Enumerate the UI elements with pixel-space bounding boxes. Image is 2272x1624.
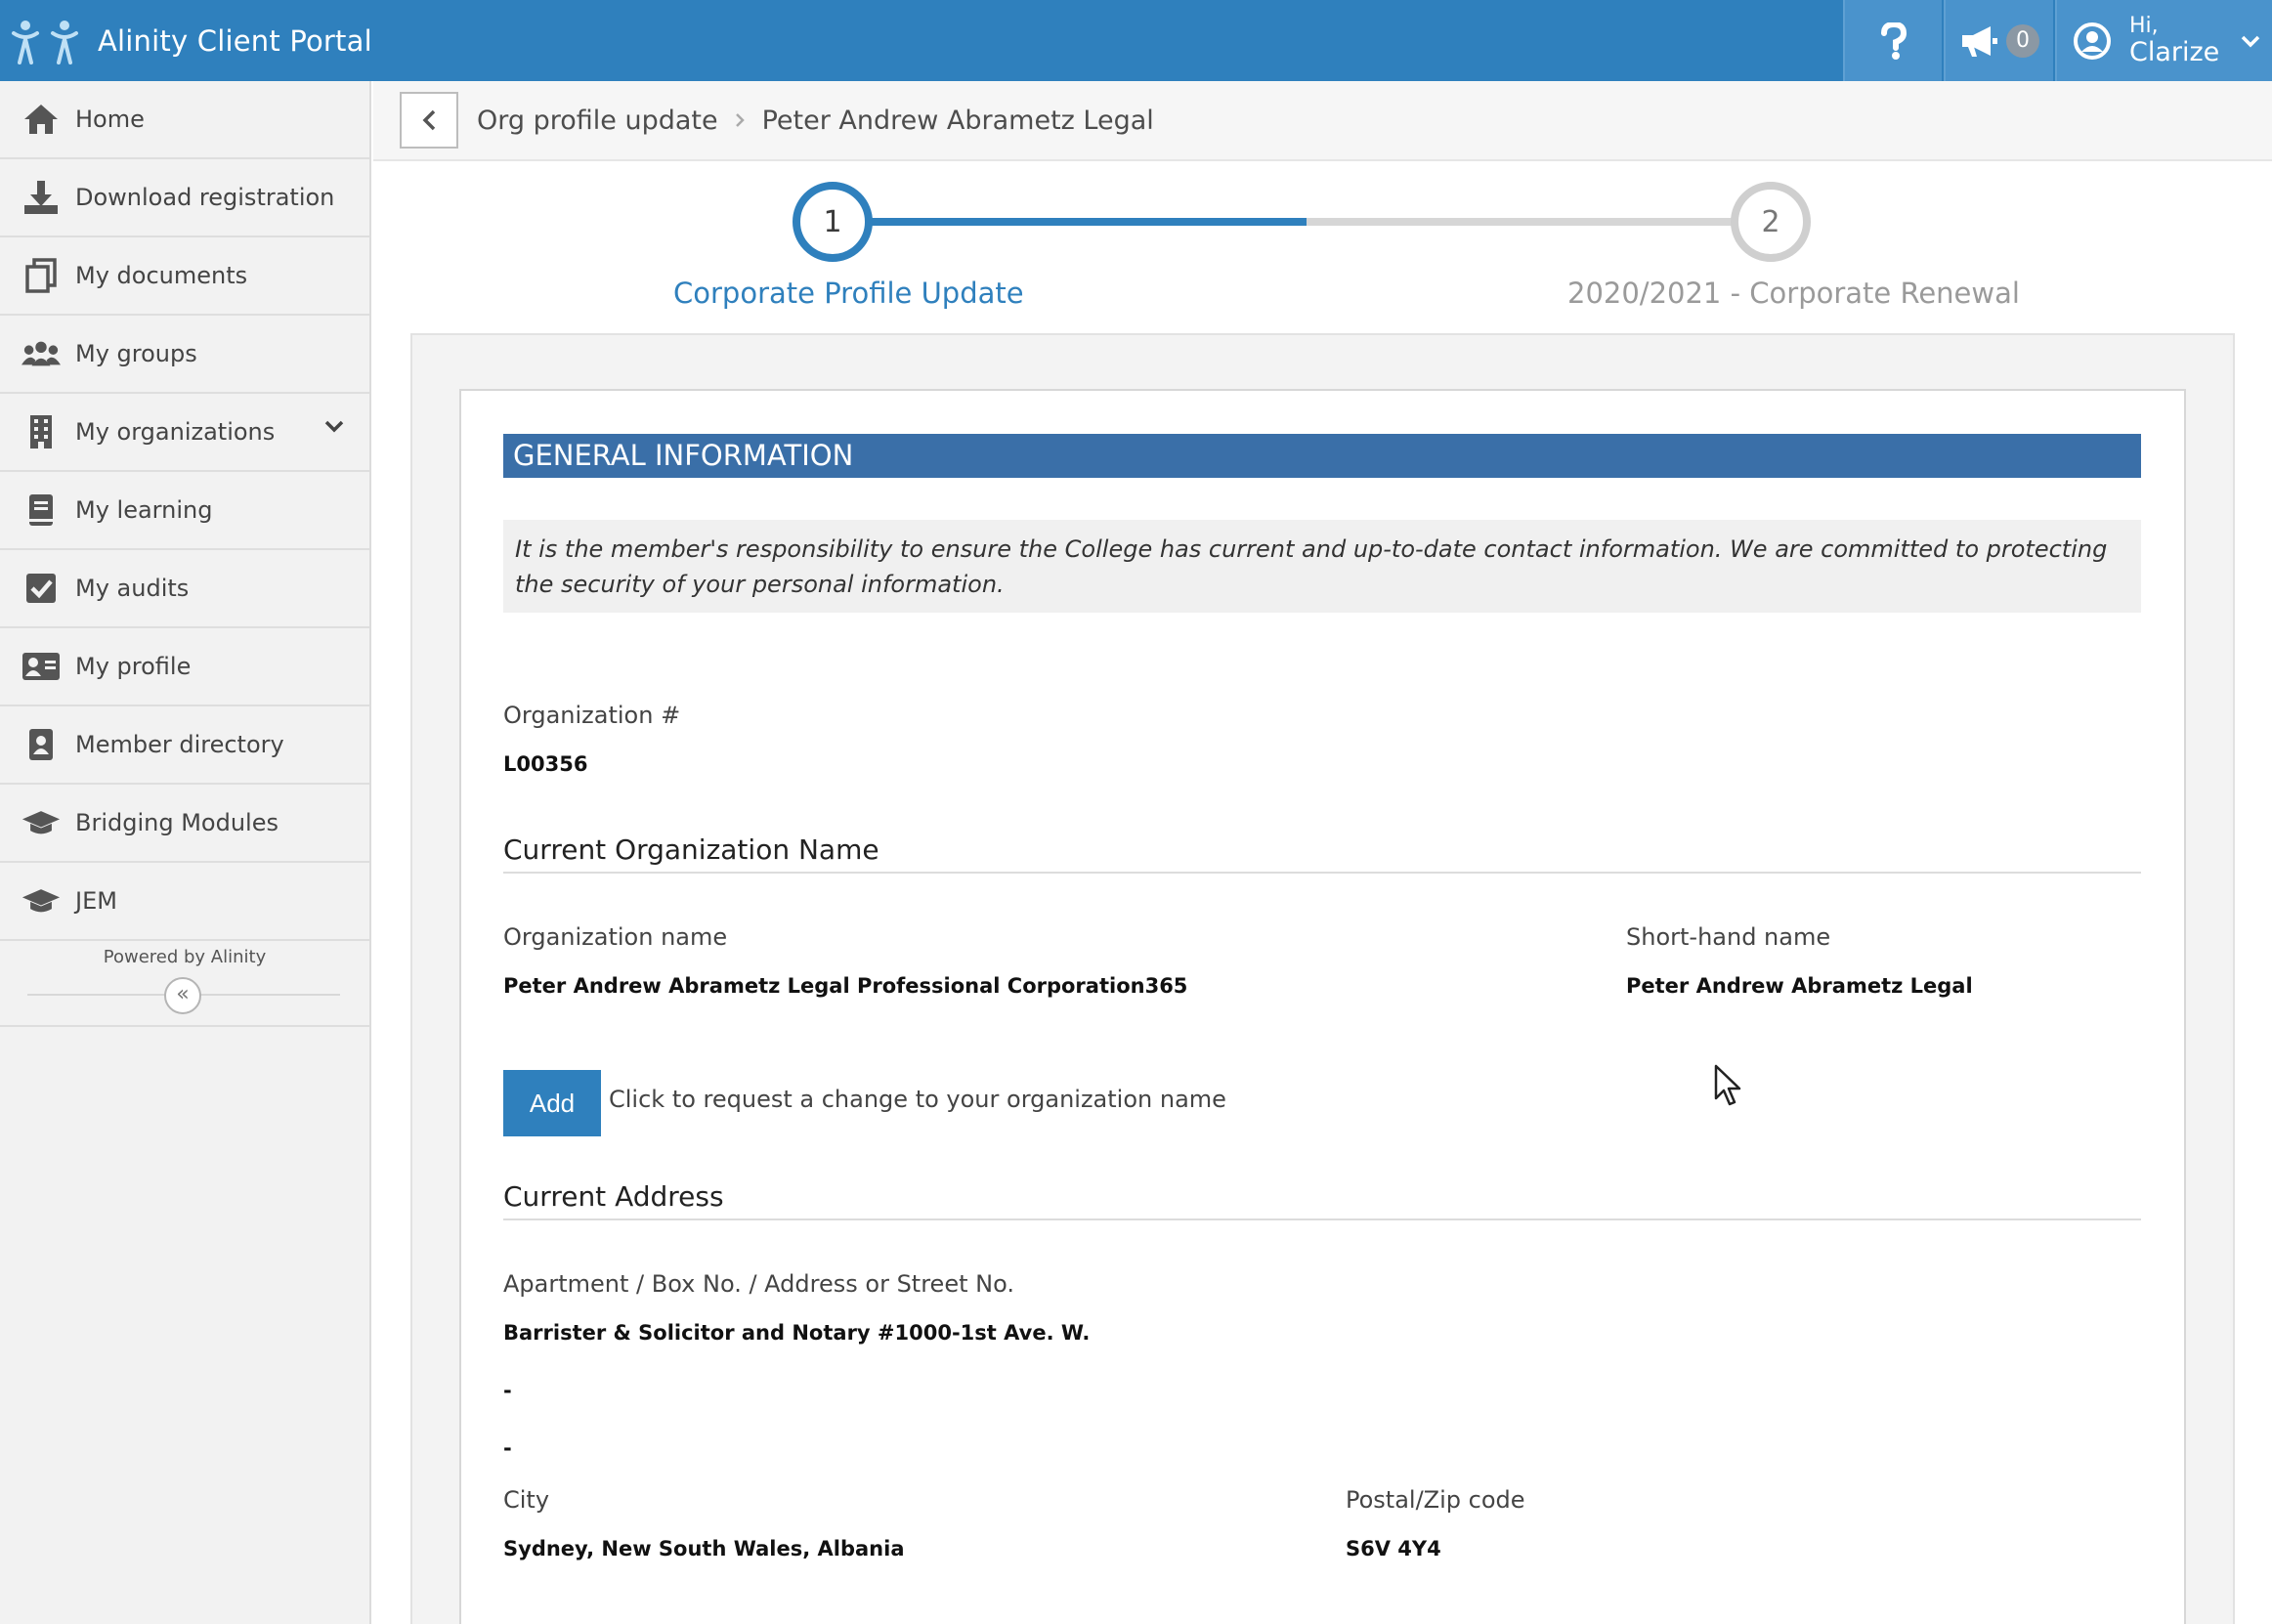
book-icon — [21, 491, 61, 530]
alinity-logo-icon — [12, 20, 78, 64]
user-circle-icon — [2074, 21, 2111, 60]
download-icon — [21, 178, 61, 217]
address-label: Apartment / Box No. / Address or Street … — [503, 1270, 1014, 1298]
help-button[interactable] — [1843, 0, 1942, 81]
question-icon — [1880, 21, 1907, 60]
step-1-label[interactable]: Corporate Profile Update — [673, 277, 1024, 310]
step-2-label[interactable]: 2020/2021 - Corporate Renewal — [1567, 277, 2020, 310]
current-address-heading: Current Address — [503, 1180, 2141, 1220]
progress-stepper: 1 2 Corporate Profile Update 2020/2021 -… — [373, 161, 2272, 332]
stepper-progress-fill — [872, 218, 1307, 226]
step-2-indicator[interactable]: 2 — [1731, 182, 1811, 262]
short-name-label: Short-hand name — [1626, 923, 1831, 951]
contact-book-icon — [21, 725, 61, 764]
city-value: Sydney, New South Wales, Albania — [503, 1537, 905, 1560]
home-icon — [21, 100, 61, 139]
sidebar-item-bridging-modules[interactable]: Bridging Modules — [0, 785, 369, 863]
mouse-cursor-icon — [1714, 1064, 1741, 1106]
sidebar: Home Download registration My documents … — [0, 81, 371, 1624]
org-number-label: Organization # — [503, 702, 681, 729]
user-menu-button[interactable]: Hi, Clarize — [2055, 0, 2272, 81]
postal-code-label: Postal/Zip code — [1346, 1486, 1525, 1514]
announcements-button[interactable]: 0 — [1944, 0, 2053, 81]
address-line-1: Barrister & Solicitor and Notary #1000-1… — [503, 1321, 1091, 1345]
back-button[interactable] — [400, 92, 458, 149]
chevron-right-icon — [735, 113, 745, 127]
sidebar-item-label: My learning — [75, 496, 213, 524]
top-bar: Alinity Client Portal 0 Hi, Clarize — [0, 0, 2272, 81]
megaphone-icon — [1962, 25, 1997, 57]
checkbox-icon — [21, 569, 61, 608]
address-line-2: - — [503, 1379, 512, 1402]
address-line-3: - — [503, 1436, 512, 1460]
chevron-left-icon — [422, 109, 436, 131]
collapse-sidebar-button[interactable]: « — [164, 977, 201, 1014]
sidebar-item-member-directory[interactable]: Member directory — [0, 706, 369, 785]
sidebar-item-my-learning[interactable]: My learning — [0, 472, 369, 550]
postal-code-value: S6V 4Y4 — [1346, 1537, 1441, 1560]
breadcrumb-link-org-profile-update[interactable]: Org profile update — [477, 106, 718, 136]
step-1-indicator[interactable]: 1 — [793, 182, 873, 262]
powered-by: Powered by Alinity « — [0, 941, 369, 1027]
sidebar-item-label: Member directory — [75, 731, 284, 758]
stepper-progress-track — [1307, 218, 1776, 226]
brand[interactable]: Alinity Client Portal — [8, 0, 372, 81]
current-organization-name-heading: Current Organization Name — [503, 833, 2141, 874]
org-name-label: Organization name — [503, 923, 728, 951]
chevron-down-icon[interactable] — [324, 419, 344, 433]
sidebar-item-label: My organizations — [75, 418, 276, 446]
section-header-general-information: GENERAL INFORMATION — [503, 434, 2141, 478]
sidebar-item-my-profile[interactable]: My profile — [0, 628, 369, 706]
announcements-count-badge: 0 — [2006, 23, 2039, 58]
chevron-down-icon — [2242, 35, 2260, 47]
building-icon — [21, 412, 61, 451]
breadcrumb-current: Peter Andrew Abrametz Legal — [761, 105, 1154, 136]
sidebar-item-label: Home — [75, 106, 145, 133]
sidebar-item-jem[interactable]: JEM — [0, 863, 369, 941]
sidebar-item-label: My groups — [75, 340, 197, 367]
privacy-notice: It is the member's responsibility to ens… — [503, 520, 2141, 613]
user-greeting: Hi, Clarize — [2129, 13, 2220, 67]
graduation-cap-icon — [21, 803, 61, 842]
add-name-change-button[interactable]: Add — [503, 1070, 601, 1136]
sidebar-item-label: Bridging Modules — [75, 809, 279, 836]
documents-icon — [21, 256, 61, 295]
sidebar-item-label: Download registration — [75, 184, 335, 211]
sidebar-item-label: My profile — [75, 653, 192, 680]
graduation-cap-icon — [21, 881, 61, 920]
breadcrumb: Org profile update Peter Andrew Abrametz… — [373, 81, 2272, 161]
org-number-value: L00356 — [503, 752, 588, 776]
powered-by-text: Powered by Alinity — [103, 947, 267, 967]
id-card-icon — [21, 647, 61, 686]
sidebar-item-my-audits[interactable]: My audits — [0, 550, 369, 628]
greeting-text: Hi, — [2129, 13, 2159, 38]
sidebar-item-my-groups[interactable]: My groups — [0, 316, 369, 394]
sidebar-item-my-documents[interactable]: My documents — [0, 237, 369, 316]
sidebar-item-home[interactable]: Home — [0, 81, 369, 159]
sidebar-item-label: JEM — [75, 887, 117, 915]
sidebar-item-label: My documents — [75, 262, 248, 289]
city-label: City — [503, 1486, 550, 1514]
app-title: Alinity Client Portal — [98, 23, 372, 58]
user-name: Clarize — [2129, 36, 2220, 67]
add-name-change-hint: Click to request a change to your organi… — [609, 1086, 1226, 1113]
short-name-value: Peter Andrew Abrametz Legal — [1626, 974, 1973, 998]
org-name-value: Peter Andrew Abrametz Legal Professional… — [503, 974, 1188, 998]
sidebar-item-label: My audits — [75, 575, 190, 602]
sidebar-item-my-organizations[interactable]: My organizations — [0, 394, 369, 472]
groups-icon — [21, 334, 61, 373]
sidebar-item-download-registration[interactable]: Download registration — [0, 159, 369, 237]
